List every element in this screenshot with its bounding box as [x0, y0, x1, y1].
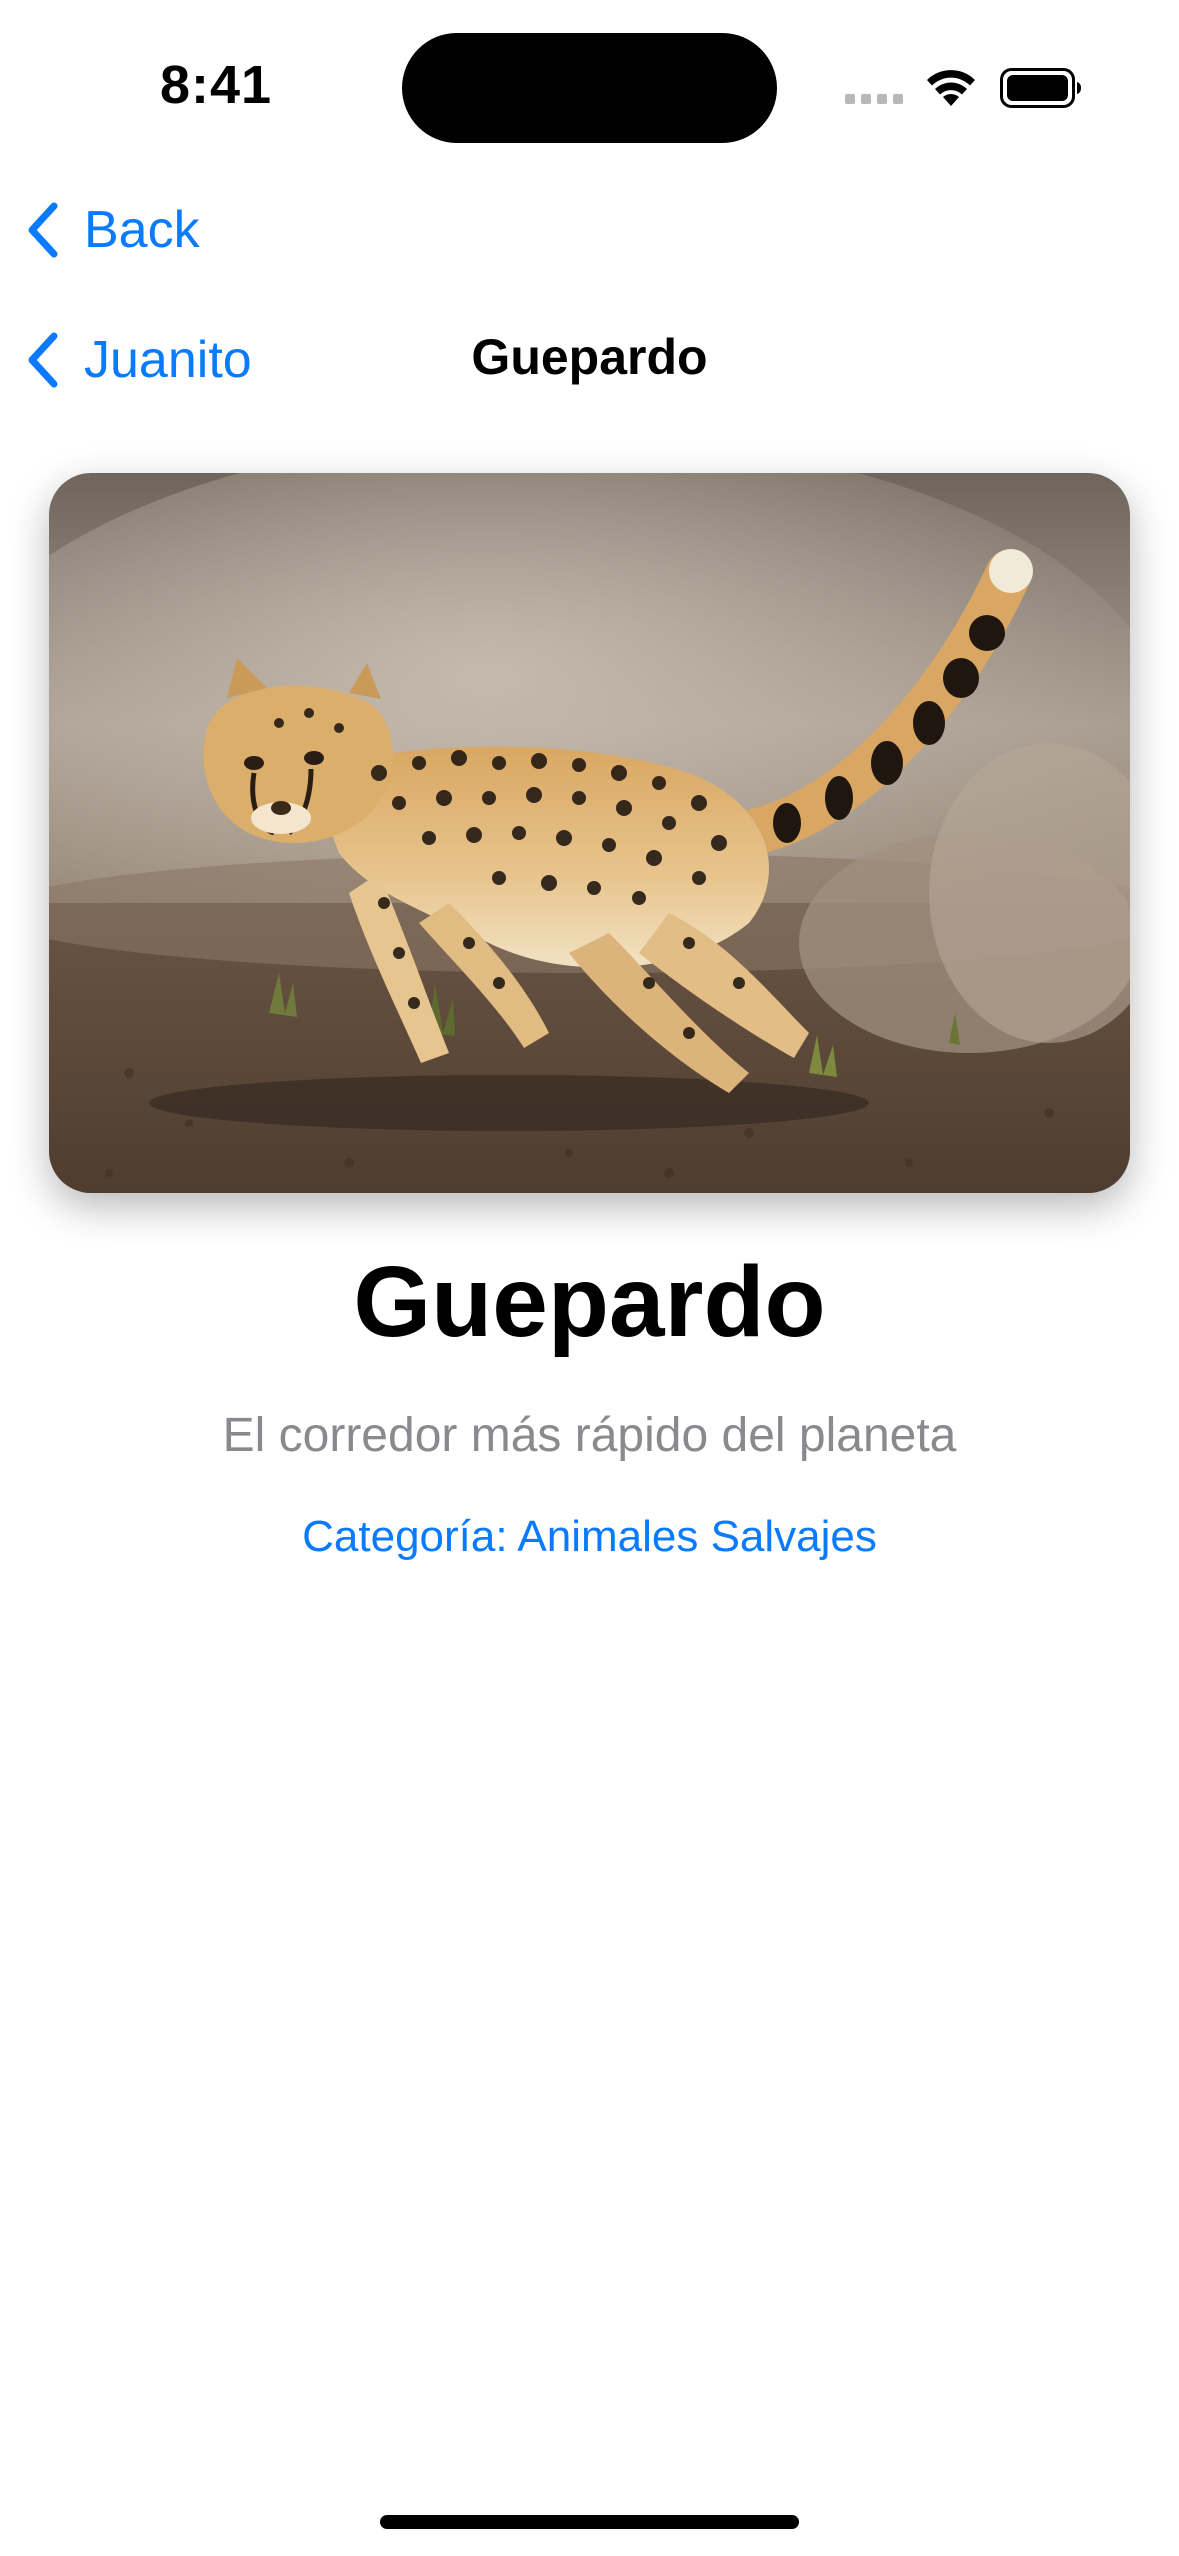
wifi-icon	[927, 70, 975, 106]
animal-description: El corredor más rápido del planeta	[222, 1409, 957, 1462]
signal-dots-icon	[845, 94, 903, 104]
dynamic-island	[402, 33, 777, 143]
animal-image	[49, 473, 1130, 1193]
screen: 8:41 Back Juanito Guepardo Guepardo El c…	[0, 0, 1179, 2556]
home-indicator[interactable]	[380, 2515, 799, 2529]
status-time: 8:41	[160, 55, 273, 115]
animal-name: Guepardo	[353, 1246, 826, 1358]
back-button-label: Back	[84, 201, 200, 259]
battery-icon	[1000, 68, 1081, 108]
chevron-left-icon	[28, 202, 58, 258]
animal-category: Categoría: Animales Salvajes	[302, 1512, 877, 1561]
nav-title: Guepardo	[471, 329, 708, 385]
cheetah-image	[49, 473, 1130, 1193]
back-button[interactable]: Back	[24, 195, 200, 265]
